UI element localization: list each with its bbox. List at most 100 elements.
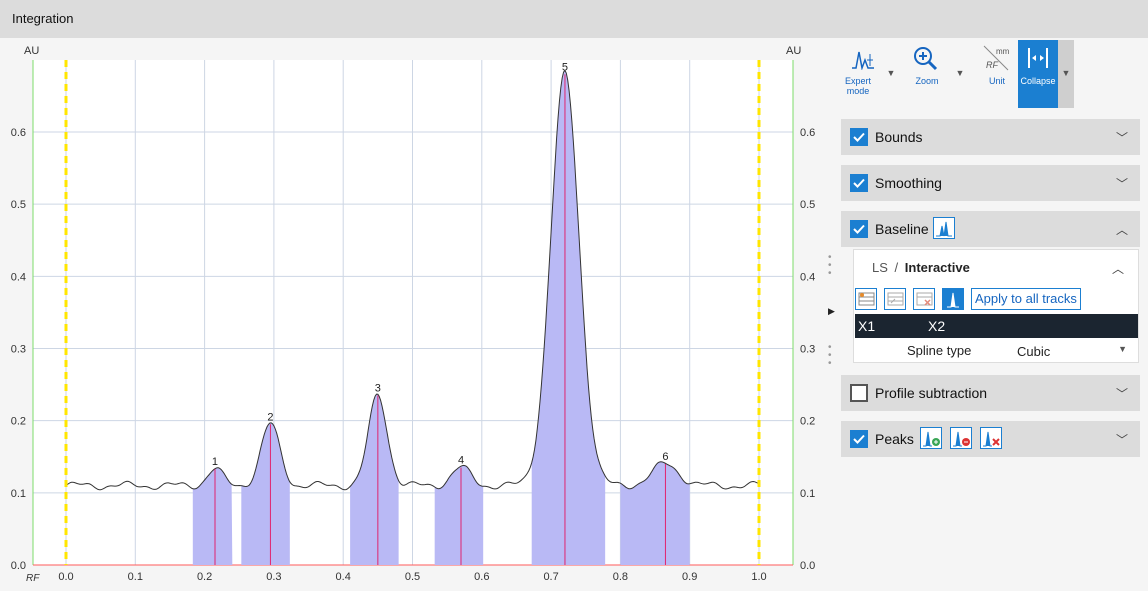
smoothing-checkbox[interactable]	[850, 174, 868, 192]
table-edit-icon	[887, 292, 904, 306]
peak-label-3: 3	[375, 382, 381, 394]
chevron-up-icon[interactable]: ︿	[1112, 260, 1124, 277]
baseline-mode[interactable]: LS / Interactive	[872, 260, 970, 275]
title-bar: Integration	[0, 0, 1148, 38]
y-tick-label-left: 0.2	[11, 416, 26, 428]
check-icon	[853, 132, 865, 142]
expert-mode-button[interactable]: Expert mode	[838, 40, 888, 108]
splitter-handle[interactable]: • • •	[828, 253, 832, 279]
y-tick-label-right: 0.4	[800, 271, 815, 283]
y-tick-label-left: 0.1	[11, 488, 26, 500]
unit-icon: mm RF	[983, 45, 1010, 71]
collapse-dropdown[interactable]: ▼	[1058, 40, 1074, 108]
check-icon	[853, 178, 865, 188]
baseline-view-button[interactable]	[933, 217, 955, 239]
smoothing-panel[interactable]: Smoothing ﹀	[841, 165, 1140, 201]
baseline-panel[interactable]: Baseline ︿	[841, 211, 1140, 247]
y-unit-right: AU	[786, 45, 801, 57]
expert-mode-icon	[852, 51, 874, 70]
spline-type-label: Spline type	[907, 343, 972, 358]
add-peak-icon	[923, 431, 940, 447]
y-tick-label-right: 0.0	[800, 560, 815, 572]
x-unit: RF	[26, 573, 40, 584]
zoom-button[interactable]: Zoom	[902, 40, 952, 108]
y-tick-label-left: 0.6	[11, 127, 26, 139]
x-tick-label: 0.8	[613, 571, 628, 583]
table-delete-icon	[916, 292, 933, 306]
densitogram-chart[interactable]: 0.0 0.0 0.1 0.1 0.2 0.2 0.3 0.3 0.4 0.4 0.5 0.5 0.6 0…	[0, 38, 835, 591]
y-tick-label-right: 0.2	[800, 416, 815, 428]
x-tick-label: 0.3	[266, 571, 281, 583]
col-x1: X1	[858, 318, 876, 334]
collapse-label: Collapse	[1020, 76, 1056, 86]
chevron-down-icon[interactable]: ﹀	[1116, 431, 1128, 448]
peaks-panel[interactable]: Peaks ﹀	[841, 421, 1140, 457]
peaks-title: Peaks	[875, 431, 914, 447]
delete-peaks-button[interactable]	[980, 427, 1002, 449]
apply-to-all-tracks-button[interactable]: Apply to all tracks	[971, 288, 1081, 310]
spline-type-value: Cubic	[1017, 344, 1051, 359]
splitter-handle[interactable]: • • •	[828, 343, 832, 369]
x-tick-label: 0.7	[543, 571, 558, 583]
y-tick-label-right: 0.1	[800, 488, 815, 500]
y-tick-label-right: 0.5	[800, 199, 815, 211]
add-baseline-point-button[interactable]	[855, 288, 877, 310]
x-tick-label: 0.5	[405, 571, 420, 583]
y-tick-label-left: 0.4	[11, 271, 26, 283]
y-tick-label-right: 0.6	[800, 127, 815, 139]
svg-text:RF: RF	[986, 60, 998, 70]
delete-baseline-point-button[interactable]	[913, 288, 935, 310]
profile-subtraction-checkbox[interactable]	[850, 384, 868, 402]
delete-peaks-icon	[983, 431, 1000, 447]
y-tick-label-left: 0.0	[11, 560, 26, 572]
chevron-down-icon[interactable]: ﹀	[1116, 129, 1128, 146]
bounds-panel[interactable]: Bounds ﹀	[841, 119, 1140, 155]
x-tick-label: 0.6	[474, 571, 489, 583]
baseline-checkbox[interactable]	[850, 220, 868, 238]
collapse-icon	[1028, 48, 1048, 68]
chevron-up-icon[interactable]: ︿	[1116, 221, 1128, 238]
zoom-icon	[914, 47, 938, 71]
x-tick-label: 0.9	[682, 571, 697, 583]
col-x2: X2	[928, 318, 946, 334]
unit-button[interactable]: mm RF Unit	[972, 40, 1022, 108]
bounds-title: Bounds	[875, 129, 923, 145]
add-peak-button[interactable]	[920, 427, 942, 449]
edit-baseline-button[interactable]	[884, 288, 906, 310]
x-tick-label: 1.0	[751, 571, 766, 583]
table-add-icon	[858, 292, 875, 306]
mode-name: Interactive	[904, 260, 970, 275]
expand-arrow-icon[interactable]: ▶	[828, 306, 835, 317]
chevron-down-icon: ▼	[1118, 344, 1127, 354]
peak-baseline-button[interactable]	[942, 288, 964, 310]
collapse-button[interactable]: Collapse	[1018, 40, 1058, 108]
check-icon	[853, 434, 865, 444]
y-tick-label-left: 0.5	[11, 199, 26, 211]
expert-mode-dropdown[interactable]: ▼	[886, 68, 896, 78]
toolbar: Expert mode ▼ Zoom ▼ mm RF Unit Collapse…	[838, 40, 1078, 108]
peak-label-4: 4	[458, 455, 464, 467]
remove-peak-button[interactable]	[950, 427, 972, 449]
y-tick-label-left: 0.3	[11, 344, 26, 356]
peak-label-2: 2	[267, 411, 273, 423]
peak-label-1: 1	[212, 456, 218, 468]
y-unit-left: AU	[24, 45, 39, 57]
zoom-dropdown[interactable]: ▼	[955, 68, 965, 78]
spline-type-select[interactable]: Cubic ▼	[1012, 341, 1132, 361]
window-title: Integration	[12, 11, 74, 26]
expert-mode-label: Expert mode	[844, 76, 871, 96]
smoothing-title: Smoothing	[875, 175, 942, 191]
bounds-checkbox[interactable]	[850, 128, 868, 146]
x-tick-label: 0.0	[58, 571, 73, 583]
peaks-checkbox[interactable]	[850, 430, 868, 448]
chevron-down-icon[interactable]: ﹀	[1116, 385, 1128, 402]
chevron-down-icon[interactable]: ﹀	[1116, 175, 1128, 192]
baseline-points-table-header: X1 X2	[855, 314, 1138, 338]
x-tick-label: 0.1	[128, 571, 143, 583]
x-tick-label: 0.4	[336, 571, 351, 583]
peak-chart-icon	[936, 221, 952, 237]
profile-subtraction-panel[interactable]: Profile subtraction ﹀	[841, 375, 1140, 411]
peak-icon	[947, 292, 959, 308]
y-tick-label-right: 0.3	[800, 344, 815, 356]
mode-prefix: LS	[872, 260, 888, 275]
